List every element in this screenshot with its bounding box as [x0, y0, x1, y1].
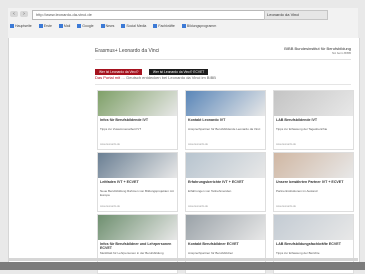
breadcrumb: Das Portal mit … Deutsch entdecken bei L… — [95, 75, 216, 80]
card-description: Ansprechpartner für Berufsbildner — [188, 251, 234, 255]
card-title[interactable]: Kontakt Leonardo IVT — [188, 118, 263, 122]
card-image[interactable] — [186, 91, 265, 116]
card-meta: www.leonardo.de — [100, 143, 120, 146]
browser-chrome: ‹ › http://www.leonardo-da-vinci.de Leon… — [8, 8, 358, 39]
content-divider — [95, 84, 351, 85]
bookmark-item[interactable]: News — [100, 24, 114, 29]
card-title[interactable]: Infos für Berufsbildende IVT — [100, 118, 175, 122]
card-image[interactable] — [186, 153, 265, 178]
bookmark-icon — [10, 24, 14, 29]
card-description: Tipps zur Zusammenarbeit IVT — [100, 127, 142, 131]
card-description: Merkblatt für Lehrpersonen in der Berufs… — [100, 251, 164, 255]
bookmark-icon — [153, 24, 158, 29]
forward-button[interactable]: › — [20, 11, 28, 17]
content-card[interactable]: Kontakt Leonardo IVT Ansprechpartner für … — [185, 90, 266, 150]
content-card[interactable]: Infos für Berufsbildende IVT Tipps zur Zu… — [97, 90, 178, 150]
desk-background — [0, 262, 365, 270]
card-image[interactable] — [98, 153, 177, 178]
site-logo[interactable]: BIBB Bundesinstitut für Berufsbildung NA… — [263, 46, 351, 56]
card-image[interactable] — [98, 91, 177, 116]
content-card[interactable]: Erfahrungsberichte IVT + ECVET Erfahrunge… — [185, 152, 266, 212]
bookmark-icon — [100, 24, 105, 29]
bookmark-item[interactable]: Bildungsprogramm — [181, 24, 216, 29]
site-title[interactable]: Erasmus+ Leonardo da Vinci — [95, 48, 159, 54]
card-image[interactable] — [274, 91, 353, 116]
card-title[interactable]: Leitfaden IVT + ECVET — [100, 180, 175, 184]
card-image[interactable] — [274, 215, 353, 240]
card-image[interactable] — [186, 215, 265, 240]
bookmark-icon — [181, 24, 186, 29]
breadcrumb-prefix[interactable]: Das Portal mit — [95, 75, 120, 80]
card-meta: www.leonardo.de — [188, 143, 208, 146]
page-bottom-border — [8, 258, 358, 261]
content-card[interactable]: Leitfaden IVT + ECVET Neue Berufsbildung … — [97, 152, 178, 212]
card-description: Tipps zur Erfassung der Berichte — [276, 251, 320, 255]
card-meta: www.leonardo.de — [188, 205, 208, 208]
web-page: Erasmus+ Leonardo da Vinci BIBB Bundesin… — [8, 38, 360, 274]
breadcrumb-rest: Deutsch entdecken bei Leonardo da Vinci … — [126, 75, 216, 80]
bookmark-icon — [121, 24, 126, 29]
bookmark-item[interactable]: Hauptseite — [10, 24, 32, 29]
card-title[interactable]: LAB Berufsbildungsfachkräfte ECVET — [276, 242, 351, 246]
bookmark-icon — [38, 24, 43, 29]
bookmark-icon — [58, 24, 63, 29]
content-card[interactable]: LAB Berufsbildende IVT Tipps zur Erfassun… — [273, 90, 354, 150]
bookmark-item[interactable]: Fachkräfte — [153, 24, 175, 29]
bookmark-item[interactable]: Mail — [58, 24, 70, 29]
bookmark-item[interactable]: Social Media — [121, 24, 146, 29]
main-nav: Wer ist Leonardo da Vinci? Wer ist Leona… — [95, 60, 210, 75]
card-description: Ansprechpartner für Berufsbildende Leona… — [188, 127, 261, 131]
card-description: Tipps zur Erfassung der Tagesberichte — [276, 127, 328, 131]
back-button[interactable]: ‹ — [10, 11, 18, 17]
card-title[interactable]: LAB Berufsbildende IVT — [276, 118, 351, 122]
bookmarks-bar: Hauptseite Erste Mail Google News Social… — [10, 22, 356, 30]
card-image[interactable] — [98, 215, 177, 240]
logo-sub-text: NA beim BIBB — [331, 51, 351, 55]
bookmark-item[interactable]: Erste — [38, 24, 52, 29]
content-card[interactable]: Unsere bewährten Partner IVT + ECVET Part… — [273, 152, 354, 212]
card-description: Neue Berufsbildung Rahmen von Bildungspr… — [100, 189, 174, 197]
card-title[interactable]: Kontakt Berufsbildner ECVET — [188, 242, 263, 246]
card-description: Erfahrungen von Teilnehmenden — [188, 189, 232, 193]
bookmark-item[interactable]: Google — [77, 24, 94, 29]
card-meta: www.leonardo.de — [276, 143, 296, 146]
address-bar[interactable]: http://www.leonardo-da-vinci.de — [32, 10, 267, 20]
card-title[interactable]: Infos für Berufsbildner und Lehrpersonen… — [100, 242, 175, 251]
bookmark-icon — [77, 24, 82, 29]
card-description: Partnerinstitutionen im Ausland — [276, 189, 318, 193]
card-title[interactable]: Unsere bewährten Partner IVT + ECVET — [276, 180, 351, 184]
card-title[interactable]: Erfahrungsberichte IVT + ECVET — [188, 180, 263, 184]
card-image[interactable] — [274, 153, 353, 178]
browser-tab[interactable]: Leonardo da Vinci — [264, 10, 328, 20]
card-meta: www.leonardo.de — [276, 205, 296, 208]
card-meta: www.leonardo.de — [100, 205, 120, 208]
